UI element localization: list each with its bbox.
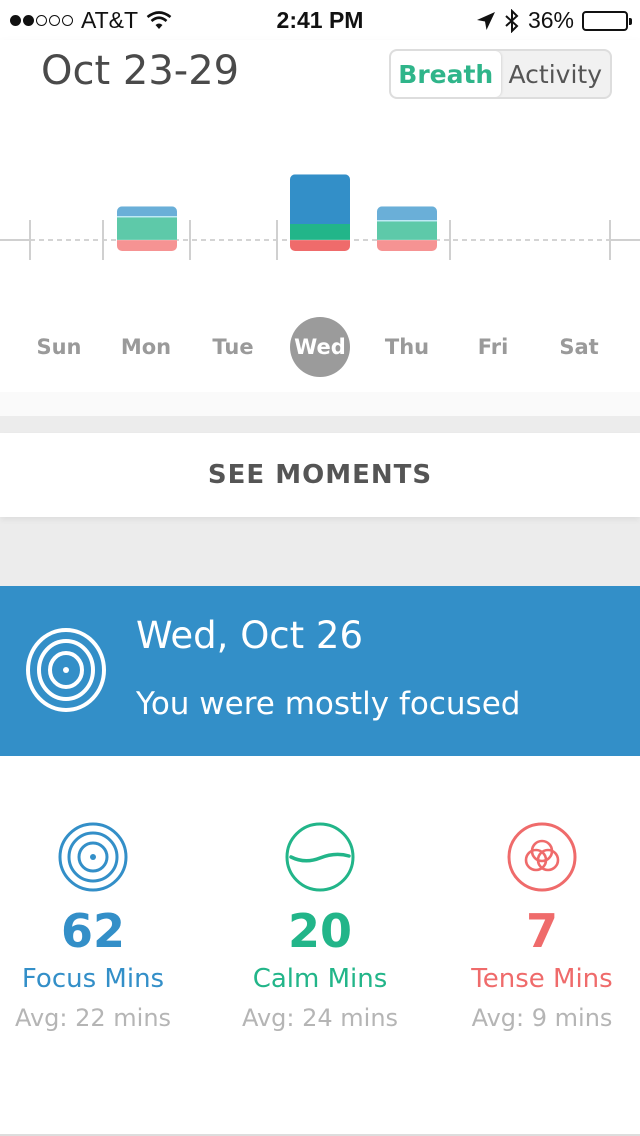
tab-activity[interactable]: Activity (501, 51, 611, 97)
tense-minutes-value: 7 (525, 904, 558, 958)
day-mon[interactable]: Mon (116, 317, 176, 377)
day-tue[interactable]: Tue (203, 317, 263, 377)
bar-segment-calm (377, 220, 437, 240)
calm-wave-icon (285, 822, 355, 892)
banner-message: You were mostly focused (136, 686, 521, 722)
bar-segment-tense (117, 240, 177, 251)
tab-breath[interactable]: Breath (391, 51, 501, 97)
day-wed[interactable]: Wed (290, 317, 350, 377)
mode-segmented-control: Breath Activity (389, 49, 612, 99)
stats-section: 62 Focus Mins Avg: 22 mins 20 Calm Mins … (0, 756, 640, 1136)
location-arrow-icon (476, 11, 495, 30)
focus-minutes-average: Avg: 22 mins (14, 1004, 172, 1032)
bar-segment-calm (117, 216, 177, 240)
battery-percent: 36% (527, 7, 574, 33)
bar-segment-focus (117, 206, 177, 217)
stat-focus: 62 Focus Mins Avg: 22 mins (0, 756, 213, 1032)
calm-minutes-label: Calm Mins (252, 964, 388, 994)
banner-date: Wed, Oct 26 (136, 614, 364, 657)
bar-segment-tense (290, 240, 350, 251)
see-moments-button[interactable]: SEE MOMENTS (0, 433, 640, 517)
bar-wed[interactable] (290, 174, 350, 251)
tense-minutes-label: Tense Mins (471, 964, 613, 994)
bar-mon[interactable] (117, 206, 177, 251)
day-sun[interactable]: Sun (29, 317, 89, 377)
day-summary-banner: Wed, Oct 26 You were mostly focused (0, 586, 640, 756)
focus-minutes-value: 62 (60, 904, 125, 958)
status-bar: AT&T 2:41 PM 36% (0, 0, 640, 40)
day-sat[interactable]: Sat (549, 317, 609, 377)
bar-segment-focus (290, 174, 350, 224)
weekly-breath-chart (0, 174, 640, 260)
tense-rings-icon (507, 822, 577, 892)
bluetooth-icon (505, 8, 519, 33)
date-range-title: Oct 23-29 (41, 48, 240, 94)
focus-minutes-label: Focus Mins (21, 964, 165, 994)
bar-thu[interactable] (377, 206, 437, 251)
bar-segment-focus (377, 206, 437, 221)
bar-segment-calm (290, 224, 350, 240)
calm-minutes-average: Avg: 24 mins (241, 1004, 399, 1032)
day-fri[interactable]: Fri (463, 317, 523, 377)
weekly-summary-card: Oct 23-29 Breath Activity Sun Mon Tue Wed Th… (0, 40, 640, 392)
card-spacer (0, 392, 640, 416)
day-thu[interactable]: Thu (377, 317, 437, 377)
bar-segment-tense (377, 240, 437, 251)
focus-target-icon (26, 628, 106, 712)
tense-minutes-average: Avg: 9 mins (471, 1004, 613, 1032)
focus-target-icon (58, 822, 128, 892)
calm-minutes-value: 20 (287, 904, 352, 958)
day-selector: Sun Mon Tue Wed Thu Fri Sat (0, 317, 640, 377)
stat-tense: 7 Tense Mins Avg: 9 mins (422, 756, 640, 1032)
battery-icon (582, 10, 632, 31)
stat-calm: 20 Calm Mins Avg: 24 mins (200, 756, 440, 1032)
